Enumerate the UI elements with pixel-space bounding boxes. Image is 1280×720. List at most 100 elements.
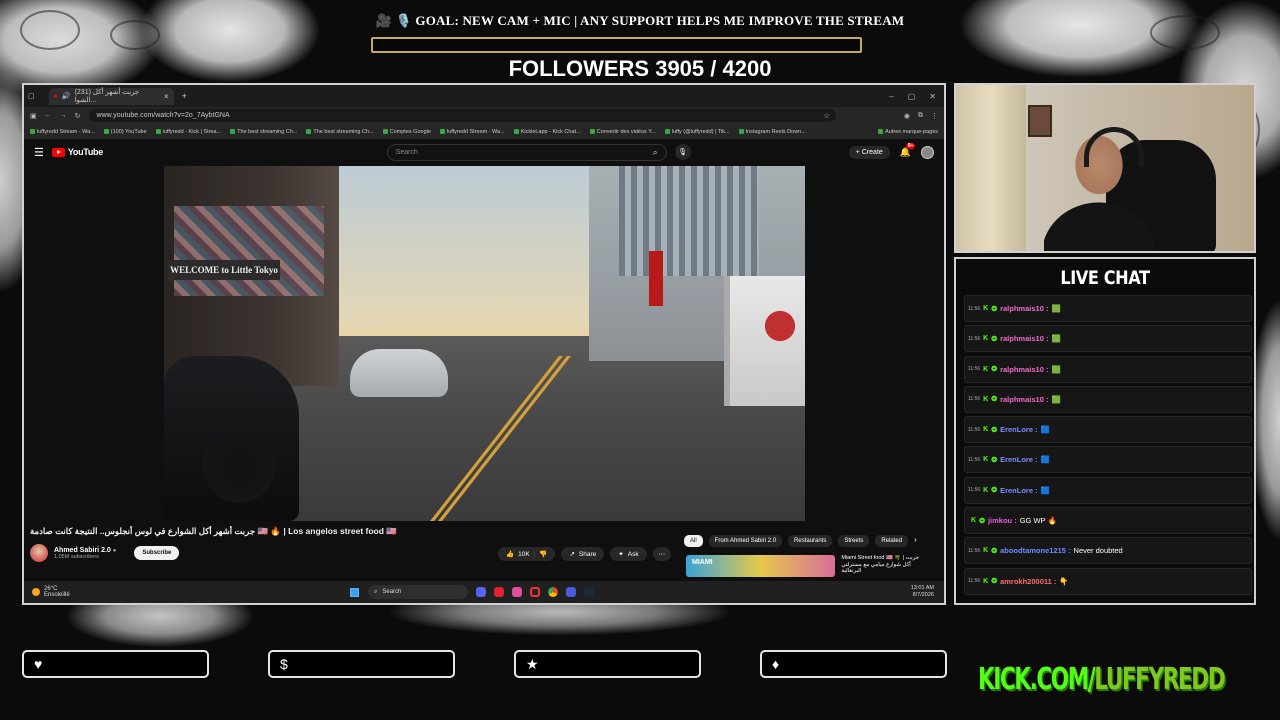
- chevron-right-icon[interactable]: ›: [914, 535, 917, 547]
- more-actions-button[interactable]: ⋯: [652, 547, 672, 561]
- app-icon[interactable]: [512, 587, 522, 597]
- chat-username[interactable]: ralphmais10 :: [1000, 304, 1048, 313]
- video-player[interactable]: WELCOME to Little Tokyo: [164, 166, 805, 521]
- related-title[interactable]: Miami Street food 🇺🇸 🌴 | جربت أكل شوارع …: [841, 555, 926, 577]
- kick-badge-icon: K: [983, 335, 989, 343]
- chat-message: 11:56 K ❂ ErenLore : 🟦: [964, 446, 1252, 474]
- taskbar-clock[interactable]: 13:01 AM 8/7/2026: [911, 585, 934, 599]
- reload-icon[interactable]: ↻: [75, 112, 81, 120]
- ask-button[interactable]: ✦ Ask: [610, 547, 647, 561]
- share-label: Share: [578, 550, 597, 558]
- bookmark-item[interactable]: luffyredd - Kick | Strea...: [156, 129, 222, 135]
- forward-icon[interactable]: →: [60, 112, 67, 119]
- youtube-logo[interactable]: YouTube: [51, 147, 103, 157]
- panel-heart[interactable]: ♥: [22, 650, 209, 678]
- maximize-icon[interactable]: ▢: [908, 92, 916, 101]
- chat-text: Never doubted: [1073, 546, 1123, 556]
- bookmarks-bar: luffyredd Stream - Wa... (100) YouTube l…: [24, 124, 944, 139]
- search-input[interactable]: Search ⌕: [386, 143, 667, 161]
- chat-timestamp: 11:56: [968, 487, 981, 494]
- chip-restaurants[interactable]: Restaurants: [788, 535, 833, 547]
- kick-badge-icon: K: [983, 486, 989, 494]
- discord-icon[interactable]: [476, 587, 486, 597]
- address-bar-row: ▣ ← → ↻ www.youtube.com/watch?v=2o_7Aybt…: [24, 107, 944, 124]
- chat-username[interactable]: ralphmais10 :: [1000, 365, 1048, 374]
- panel-donate[interactable]: $: [268, 650, 455, 678]
- new-tab-button[interactable]: +: [182, 91, 187, 101]
- chat-text: 🟩: [1051, 304, 1061, 313]
- bookmark-star-icon[interactable]: ☆: [824, 112, 836, 120]
- bookmark-item[interactable]: Instagram Reels Down...: [739, 129, 806, 135]
- menu-icon[interactable]: ⋮: [931, 112, 938, 120]
- windows-taskbar: 26°C Ensoleillé ⌕ Search 13:01 AM 8/7/2026: [24, 581, 944, 603]
- verified-badge-icon: ❂: [991, 456, 998, 464]
- tab-youtube[interactable]: ● 🔊 (231) جربت أشهر أكل الشوا... ×: [48, 87, 174, 105]
- chip-from-channel[interactable]: From Ahmed Sabiri 2.0: [708, 535, 783, 547]
- video-food-truck: [724, 276, 805, 406]
- chat-message: 11:56 K ❂ ralphmais10 : 🟩: [964, 385, 1252, 413]
- back-icon[interactable]: ←: [45, 112, 52, 119]
- windows-start-icon[interactable]: [349, 586, 360, 598]
- chrome-icon[interactable]: [548, 587, 558, 597]
- url-field[interactable]: www.youtube.com/watch?v=2o_7AybtGNA ☆: [88, 109, 836, 122]
- create-button[interactable]: + Create: [848, 145, 890, 159]
- chip-all[interactable]: All: [684, 535, 703, 547]
- chat-username[interactable]: aboodtamone1215 :: [1000, 546, 1070, 555]
- truck-art: [750, 296, 800, 356]
- chat-username[interactable]: amrokh200011 :: [1000, 577, 1056, 586]
- tab-audio-icon[interactable]: 🔊: [62, 92, 71, 100]
- account-avatar[interactable]: [921, 145, 934, 159]
- search-icon[interactable]: ⌕: [653, 147, 658, 158]
- thumbs-down-icon[interactable]: 👎: [539, 550, 547, 558]
- subscribe-button[interactable]: Subscribe: [134, 546, 180, 560]
- chat-username[interactable]: ErenLore :: [1000, 425, 1038, 434]
- channel-name[interactable]: Ahmed Sabiri 2.0: [54, 547, 111, 554]
- chat-message: 11:56 K ❂ ralphmais10 : 🟩: [964, 355, 1252, 383]
- bookmark-other[interactable]: Autres marque-pages: [878, 129, 944, 135]
- bookmark-item[interactable]: luffyredd Stream - Wa...: [440, 129, 505, 135]
- taskbar-search[interactable]: ⌕ Search: [368, 585, 468, 599]
- app-icon[interactable]: [566, 587, 576, 597]
- panel-star[interactable]: ★: [514, 650, 701, 678]
- chat-username[interactable]: ErenLore :: [1000, 486, 1038, 495]
- close-window-icon[interactable]: ✕: [929, 92, 936, 101]
- profile-icon[interactable]: ◉: [904, 112, 910, 120]
- obs-icon[interactable]: [530, 587, 540, 597]
- video-actions: 👍 10K | 👎 ↗ Share ✦ Ask ⋯: [498, 547, 672, 561]
- chat-username[interactable]: jimkou :: [988, 516, 1017, 525]
- bookmark-item[interactable]: Comptes Google: [383, 129, 431, 135]
- bookmark-item[interactable]: The best streaming Ch...: [230, 129, 297, 135]
- clock-date: 8/7/2026: [912, 592, 934, 598]
- app-icon[interactable]: [494, 587, 504, 597]
- minimize-icon[interactable]: –: [889, 92, 893, 101]
- chat-username[interactable]: ErenLore :: [1000, 455, 1038, 464]
- sidebar-icon[interactable]: ▣: [30, 112, 37, 120]
- bookmark-item[interactable]: (100) YouTube: [104, 129, 147, 135]
- channel-avatar[interactable]: [30, 544, 48, 562]
- bookmark-item[interactable]: The best streaming Ch...: [306, 129, 373, 135]
- bookmark-item[interactable]: Convertir des vidéos Y...: [590, 129, 656, 135]
- bookmark-item[interactable]: luffyredd Stream - Wa...: [30, 129, 95, 135]
- mic-icon[interactable]: 🎙: [674, 144, 691, 160]
- related-thumbnail[interactable]: MIAMI: [686, 555, 836, 577]
- chip-streets[interactable]: Streets: [838, 535, 870, 547]
- hamburger-menu-icon[interactable]: ☰: [34, 146, 44, 159]
- related-video[interactable]: MIAMI Miami Street food 🇺🇸 🌴 | جربت أكل …: [686, 555, 926, 577]
- weather-status: Ensoleillé: [44, 592, 70, 598]
- bookmark-item[interactable]: Kicklet.app - Kick Chat...: [514, 129, 581, 135]
- panel-drop[interactable]: ♦: [760, 650, 947, 678]
- steam-icon[interactable]: [584, 587, 594, 597]
- close-tab-icon[interactable]: ×: [164, 92, 169, 101]
- chat-username[interactable]: ralphmais10 :: [1000, 334, 1048, 343]
- chat-username[interactable]: ralphmais10 :: [1000, 395, 1048, 404]
- bookmark-item[interactable]: luffy (@luffyredd) | Tik...: [665, 129, 730, 135]
- weather-widget[interactable]: 26°C Ensoleillé: [32, 586, 70, 598]
- ink-decoration: [1150, 15, 1220, 50]
- share-button[interactable]: ↗ Share: [561, 547, 605, 561]
- notifications-icon[interactable]: 🔔 9+: [900, 142, 916, 158]
- extensions-icon[interactable]: ⧉: [918, 112, 923, 120]
- chip-related[interactable]: Related: [875, 535, 909, 547]
- tab-menu-icon[interactable]: ▢: [28, 92, 35, 100]
- like-button[interactable]: 👍 10K | 👎: [498, 547, 556, 561]
- heart-icon: ♥: [34, 656, 43, 672]
